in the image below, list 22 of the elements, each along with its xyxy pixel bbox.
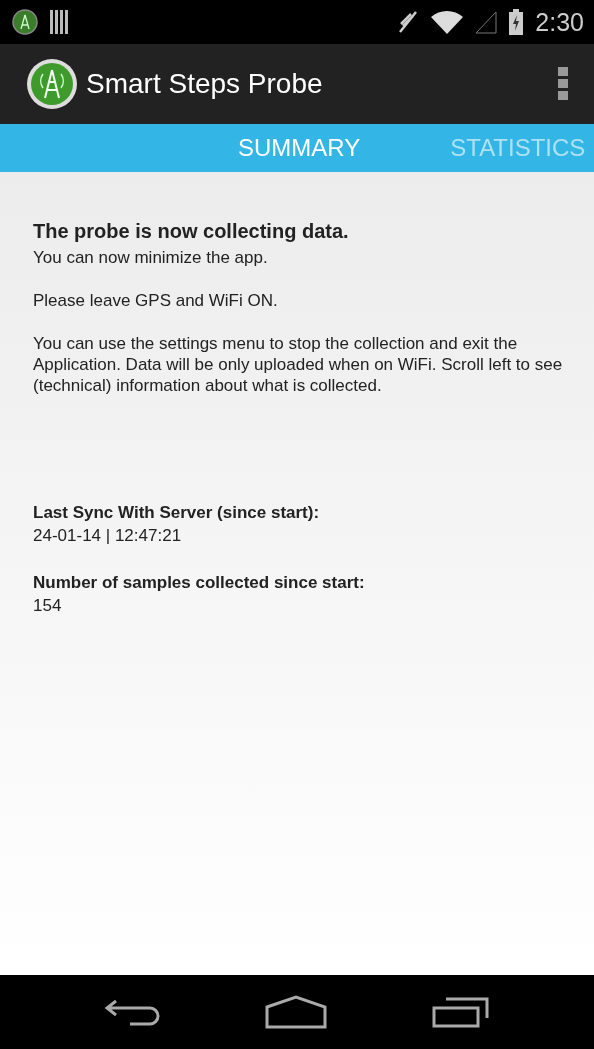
back-button[interactable] [104,997,160,1027]
info-paragraph: You can use the settings menu to stop the collection and exit the Application. Data will be only uploaded when on WiFi. Scroll left to see (technical) information about what is collected. [33,333,564,396]
battery-icon [509,9,524,35]
info-paragraph: Please leave GPS and WiFi ON. [33,290,279,311]
tab[interactable]: STATISTICS [450,134,586,162]
field-label: Last Sync With Server (since start): [33,502,321,524]
home-button[interactable] [265,995,327,1029]
overflow-menu-button[interactable] [558,67,568,101]
status-heading: The probe is now collecting data. [33,220,350,243]
tab[interactable]: SUMMARY [238,134,361,162]
wifi-icon [431,10,464,34]
app-notification-icon [12,9,38,35]
field-value: 154 [33,595,63,617]
app-title: Smart Steps Probe [86,68,324,100]
recent-apps-button[interactable] [432,996,490,1028]
signal-icon [475,10,498,34]
field-value: 24-01-14 | 12:47:21 [33,525,183,547]
field-label: Number of samples collected since start: [33,572,366,594]
app-logo-icon [26,58,78,110]
clock-time: 2:30 [535,7,584,37]
info-paragraph: You can now minimize the app. [33,247,269,268]
barcode-icon [50,10,70,34]
